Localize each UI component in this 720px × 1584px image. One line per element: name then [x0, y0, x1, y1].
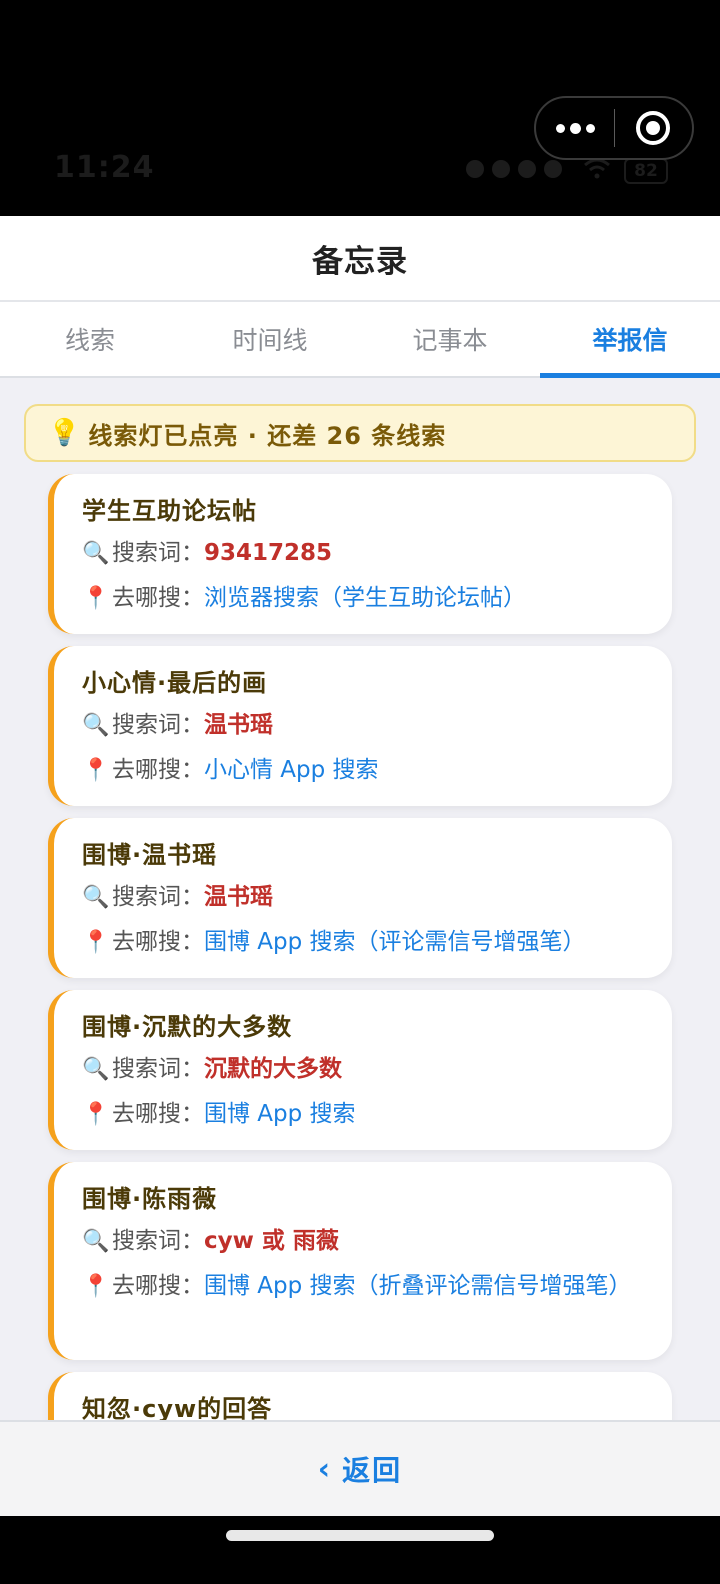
clue-card[interactable]: 知忽·cyw的回答	[48, 1372, 672, 1420]
card-keyword-row: 🔍 搜索词：温书瑶	[82, 706, 644, 745]
keyword-value: 沉默的大多数	[204, 1056, 342, 1082]
more-dots-icon[interactable]	[536, 98, 614, 158]
lightbulb-icon: 💡	[48, 418, 81, 448]
clue-card[interactable]: 学生互助论坛帖 🔍 搜索词：93417285 📍 去哪搜：浏览器搜索（学生互助论坛帖…	[48, 474, 672, 634]
back-label: 返回	[342, 1454, 403, 1487]
card-keyword-row: 🔍 搜索词：沉默的大多数	[82, 1050, 644, 1089]
keyword-value: 温书瑶	[204, 712, 273, 738]
cellular-signal-icon	[466, 160, 562, 178]
card-title: 围博·陈雨薇	[82, 1185, 218, 1213]
status-bar: 11:24 82	[0, 0, 720, 216]
where-value: 小心情 App 搜索	[204, 757, 379, 783]
content-area[interactable]: 💡 线索灯已点亮 · 还差 26 条线索 学生互助论坛帖 🔍 搜索词：934172…	[0, 378, 720, 1420]
card-where-row: 📍 去哪搜：围博 App 搜索（评论需信号增强笔）	[82, 923, 644, 962]
battery-icon: 82	[624, 158, 668, 184]
tab-timeline[interactable]: 时间线	[180, 302, 360, 376]
keyword-label: 搜索词：	[112, 1056, 204, 1082]
where-label: 去哪搜：	[112, 757, 204, 783]
tab-notebook[interactable]: 记事本	[360, 302, 540, 376]
where-label: 去哪搜：	[112, 1273, 204, 1299]
card-title: 小心情·最后的画	[82, 669, 268, 697]
clue-card[interactable]: 围博·沉默的大多数 🔍 搜索词：沉默的大多数 📍 去哪搜：围博 App 搜索	[48, 990, 672, 1150]
page-title: 备忘录	[312, 243, 408, 280]
card-keyword-row: 🔍 搜索词：温书瑶	[82, 878, 644, 917]
home-area	[0, 1516, 720, 1584]
card-title: 学生互助论坛帖	[82, 497, 257, 525]
card-where-row: 📍 去哪搜：围博 App 搜索	[82, 1095, 644, 1134]
card-keyword-row: 🔍 搜索词：93417285	[82, 534, 644, 573]
hint-text: 线索灯已点亮 · 还差 26 条线索	[88, 421, 447, 450]
where-label: 去哪搜：	[112, 1101, 204, 1127]
card-where-row: 📍 去哪搜：小心情 App 搜索	[82, 751, 644, 790]
search-icon: 🔍	[82, 1057, 110, 1082]
where-value: 浏览器搜索（学生互助论坛帖）	[204, 585, 526, 611]
pin-icon: 📍	[82, 1274, 110, 1299]
pin-icon: 📍	[82, 1102, 110, 1127]
where-label: 去哪搜：	[112, 929, 204, 955]
tab-report-letter[interactable]: 举报信	[540, 302, 720, 378]
keyword-label: 搜索词：	[112, 540, 204, 566]
search-icon: 🔍	[82, 1229, 110, 1254]
card-title: 围博·沉默的大多数	[82, 1013, 293, 1041]
keyword-value: cyw 或 雨薇	[204, 1228, 339, 1254]
nav-header: 备忘录	[0, 216, 720, 302]
pin-icon: 📍	[82, 930, 110, 955]
card-where-row: 📍 去哪搜：浏览器搜索（学生互助论坛帖）	[82, 579, 644, 618]
home-indicator[interactable]	[226, 1530, 494, 1541]
keyword-label: 搜索词：	[112, 884, 204, 910]
card-keyword-row: 🔍 搜索词：cyw 或 雨薇	[82, 1222, 644, 1261]
keyword-label: 搜索词：	[112, 1228, 204, 1254]
clue-card[interactable]: 小心情·最后的画 🔍 搜索词：温书瑶 📍 去哪搜：小心情 App 搜索	[48, 646, 672, 806]
search-icon: 🔍	[82, 713, 110, 738]
mini-program-capsule	[534, 96, 694, 160]
clue-card[interactable]: 围博·陈雨薇 🔍 搜索词：cyw 或 雨薇 📍 去哪搜：围博 App 搜索（折叠评论…	[48, 1162, 672, 1360]
keyword-value: 93417285	[204, 540, 333, 566]
tab-clues[interactable]: 线索	[0, 302, 180, 376]
footer-bar: ‹ 返回	[0, 1420, 720, 1516]
where-value: 围博 App 搜索（折叠评论需信号增强笔）	[204, 1273, 632, 1299]
where-label: 去哪搜：	[112, 585, 204, 611]
pin-icon: 📍	[82, 586, 110, 611]
status-time: 11:24	[54, 150, 155, 185]
card-title: 知忽·cyw的回答	[82, 1395, 273, 1420]
card-title: 围博·温书瑶	[82, 841, 218, 869]
screen: 11:24 82 备忘录 线索 时间线 记事本 举报信 💡 线索灯已点亮 · 还…	[0, 0, 720, 1584]
search-icon: 🔍	[82, 885, 110, 910]
keyword-label: 搜索词：	[112, 712, 204, 738]
clue-card[interactable]: 围博·温书瑶 🔍 搜索词：温书瑶 📍 去哪搜：围博 App 搜索（评论需信号增强笔）	[48, 818, 672, 978]
hint-banner: 💡 线索灯已点亮 · 还差 26 条线索	[24, 404, 696, 462]
search-icon: 🔍	[82, 541, 110, 566]
chevron-left-icon: ‹	[317, 1451, 333, 1487]
keyword-value: 温书瑶	[204, 884, 273, 910]
tab-bar: 线索 时间线 记事本 举报信	[0, 302, 720, 378]
back-button[interactable]: ‹ 返回	[318, 1449, 402, 1489]
mini-program-close-icon[interactable]	[615, 98, 692, 158]
pin-icon: 📍	[82, 758, 110, 783]
where-value: 围博 App 搜索（评论需信号增强笔）	[204, 929, 586, 955]
card-where-row: 📍 去哪搜：围博 App 搜索（折叠评论需信号增强笔）	[82, 1267, 644, 1306]
where-value: 围博 App 搜索	[204, 1101, 356, 1127]
